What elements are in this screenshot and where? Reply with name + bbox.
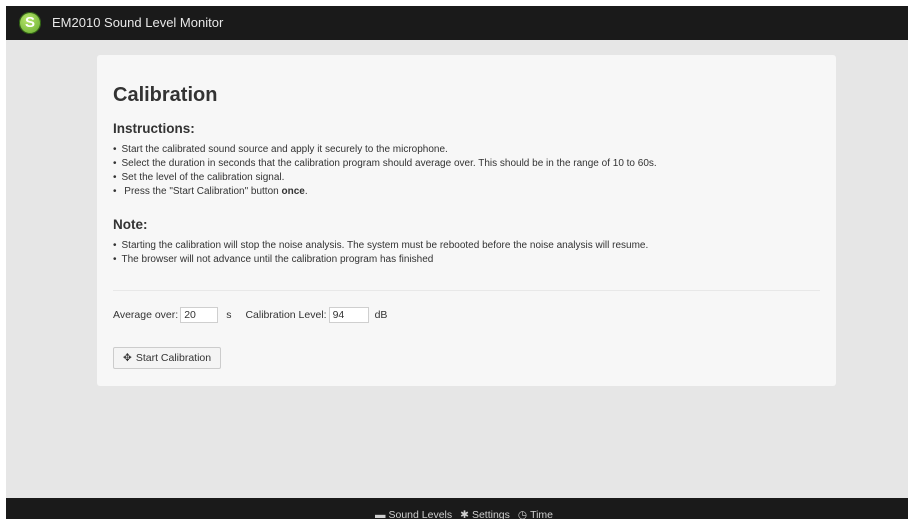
instruction-item: Press the "Start Calibration" button onc… xyxy=(113,185,657,199)
clock-icon: ◷ xyxy=(517,509,528,519)
note-item: The browser will not advance until the c… xyxy=(113,253,648,267)
instruction-item: Select the duration in seconds that the … xyxy=(113,157,657,171)
instruction-press-suffix: . xyxy=(304,186,308,197)
calibration-panel: Calibration Instructions: Start the cali… xyxy=(97,55,836,386)
folder-open-icon: ▬ xyxy=(375,509,386,519)
calibration-level-label: Calibration Level: xyxy=(245,309,327,321)
brand-logo-icon[interactable]: S xyxy=(19,12,41,34)
instruction-press-text: Press the "Start Calibration" button xyxy=(124,186,282,197)
note-item: Starting the calibration will stop the n… xyxy=(113,239,649,253)
footer-link-time[interactable]: ◷ Time xyxy=(518,509,553,519)
footer-link-sound-levels[interactable]: ▬ Sound Levels xyxy=(375,509,452,519)
calibration-form: Average over: s Calibration Level: dB xyxy=(113,307,387,323)
footer-link-label: Time xyxy=(530,509,554,519)
footer-nav: ▬ Sound Levels ✱ Settings ◷ Time xyxy=(375,509,553,519)
instruction-item: Set the level of the calibration signal. xyxy=(113,171,657,185)
page-title: Calibration xyxy=(113,84,218,106)
calibration-level-input[interactable] xyxy=(328,307,369,323)
move-icon: ✥ xyxy=(123,352,132,364)
footer-link-settings[interactable]: ✱ Settings xyxy=(460,509,510,519)
instructions-list: Start the calibrated sound source and ap… xyxy=(113,143,657,199)
app-window: S EM2010 Sound Level Monitor Calibration… xyxy=(6,6,908,519)
footer-link-label: Settings xyxy=(471,509,510,519)
average-label: Average over: xyxy=(113,309,179,321)
app-title[interactable]: EM2010 Sound Level Monitor xyxy=(52,15,223,30)
calibration-level-unit: dB xyxy=(374,309,388,321)
instructions-heading: Instructions: xyxy=(113,121,195,136)
top-navbar: S EM2010 Sound Level Monitor xyxy=(6,6,908,40)
footer-bar: ▬ Sound Levels ✱ Settings ◷ Time xyxy=(6,498,908,519)
start-calibration-label: Start Calibration xyxy=(135,352,212,364)
section-divider xyxy=(113,290,820,291)
average-duration-input[interactable] xyxy=(180,307,219,323)
instruction-item: Start the calibrated sound source and ap… xyxy=(113,143,657,157)
footer-link-label: Sound Levels xyxy=(388,509,453,519)
notes-list: Starting the calibration will stop the n… xyxy=(113,239,649,267)
start-calibration-button[interactable]: ✥ Start Calibration xyxy=(113,347,222,369)
gear-icon: ✱ xyxy=(460,509,469,519)
note-heading: Note: xyxy=(113,217,148,232)
average-unit: s xyxy=(226,309,232,321)
instruction-press-emphasis: once xyxy=(281,186,305,197)
